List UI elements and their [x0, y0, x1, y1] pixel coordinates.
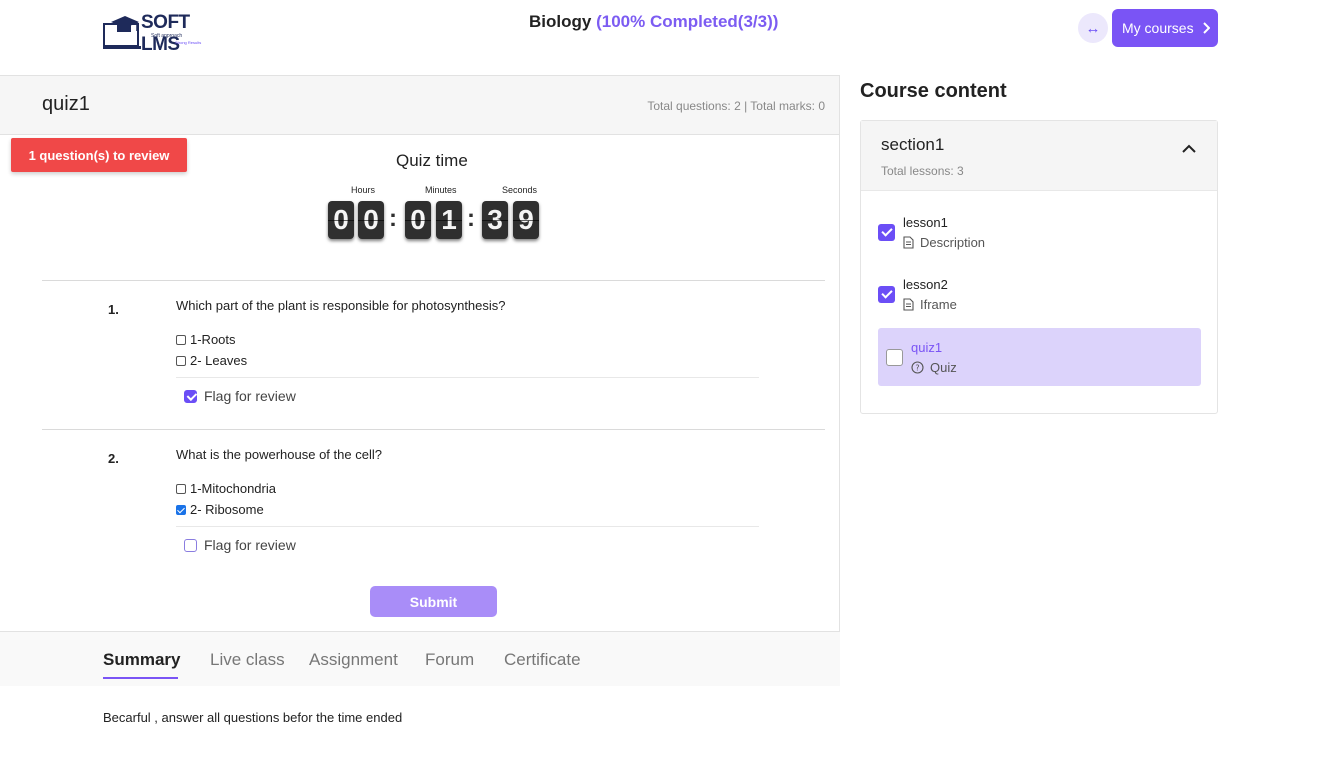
timer-digit: 3 — [482, 201, 508, 239]
quiz-time-title: Quiz time — [396, 151, 468, 170]
tab-forum[interactable]: Forum — [425, 650, 474, 670]
timer-digit: 0 — [328, 201, 354, 239]
course-progress: (100% Completed(3/3)) — [596, 12, 779, 31]
section-name: section1 — [881, 135, 945, 154]
tab-certificate[interactable]: Certificate — [504, 650, 581, 670]
option-checkbox[interactable] — [176, 483, 186, 494]
course-content-title: Course content — [860, 80, 1007, 102]
section-header[interactable]: section1 Total lessons: 3 — [861, 121, 1217, 191]
section-card: section1 Total lessons: 3 lesson1 Descri… — [860, 120, 1218, 414]
lesson-type: ? Quiz — [911, 360, 957, 375]
option-label: 1-Mitochondria — [190, 481, 276, 496]
arrows-horizontal-icon: ↔ — [1085, 19, 1101, 37]
quiz-name: quiz1 — [42, 93, 90, 115]
option-label: 1-Roots — [190, 332, 236, 347]
document-icon — [903, 236, 914, 249]
lesson-checkbox[interactable] — [878, 286, 895, 303]
lesson-type-label: Quiz — [930, 360, 957, 375]
flag-checkbox[interactable] — [184, 389, 197, 403]
divider — [42, 280, 825, 281]
logo[interactable]: SOFT LMS Soft approach Strong Results — [103, 12, 215, 55]
summary-text: Becarful , answer all questions befor th… — [103, 710, 403, 725]
active-tab-indicator — [103, 677, 178, 679]
flag-label: Flag for review — [204, 388, 296, 404]
quiz-panel: quiz1 Total questions: 2 | Total marks: … — [0, 75, 840, 632]
option-checkbox[interactable] — [176, 504, 186, 515]
course-title: Biology (100% Completed(3/3)) — [529, 12, 778, 32]
option-checkbox[interactable] — [176, 355, 186, 366]
lesson-type-label: Iframe — [920, 297, 957, 312]
lesson-item-active[interactable]: quiz1 ? Quiz — [878, 328, 1201, 386]
chevron-right-icon — [1202, 22, 1210, 34]
question-number: 1. — [108, 302, 119, 317]
question-text: What is the powerhouse of the cell? — [176, 447, 382, 462]
lesson-name: lesson1 — [903, 215, 948, 230]
timer-minutes-label: Minutes — [425, 185, 457, 195]
timer-seconds-label: Seconds — [502, 185, 538, 195]
document-icon — [903, 298, 914, 311]
lesson-item[interactable]: lesson2 Iframe — [878, 260, 1201, 318]
option-label: 2- Leaves — [190, 353, 248, 368]
lesson-checkbox[interactable] — [878, 224, 895, 241]
timer-digit: 1 — [436, 201, 462, 239]
lesson-type: Description — [903, 235, 985, 250]
option-checkbox[interactable] — [176, 334, 186, 345]
review-badge[interactable]: 1 question(s) to review — [11, 138, 187, 172]
lesson-name: lesson2 — [903, 277, 948, 292]
option-label: 2- Ribosome — [190, 502, 264, 517]
graduation-cap-icon — [103, 16, 141, 49]
lesson-type: Iframe — [903, 297, 957, 312]
my-courses-button[interactable]: My courses — [1112, 9, 1218, 47]
timer-digit: 0 — [358, 201, 384, 239]
answer-option[interactable]: 2- Leaves — [176, 353, 247, 368]
divider — [42, 429, 825, 430]
chevron-up-icon[interactable] — [1181, 141, 1197, 157]
tab-live-class[interactable]: Live class — [210, 650, 285, 670]
lesson-item[interactable]: lesson1 Description — [878, 198, 1201, 256]
question-icon: ? — [911, 361, 924, 374]
lesson-type-label: Description — [920, 235, 986, 250]
submit-button[interactable]: Submit — [370, 586, 497, 617]
answer-option[interactable]: 1-Roots — [176, 332, 236, 347]
flag-checkbox[interactable] — [184, 538, 197, 552]
flag-for-review[interactable]: Flag for review — [184, 388, 296, 404]
answer-option[interactable]: 1-Mitochondria — [176, 481, 276, 496]
course-name: Biology — [529, 12, 592, 31]
toggle-layout-button[interactable]: ↔ — [1078, 13, 1108, 43]
logo-tagline-1: Soft approach — [151, 33, 183, 39]
quiz-meta: Total questions: 2 | Total marks: 0 — [647, 99, 825, 113]
timer-digit: 0 — [405, 201, 431, 239]
question-number: 2. — [108, 451, 119, 466]
tab-summary[interactable]: Summary — [103, 650, 180, 670]
logo-tagline-2: Strong Results — [175, 40, 202, 45]
svg-text:?: ? — [915, 364, 919, 373]
quiz-header: quiz1 Total questions: 2 | Total marks: … — [0, 76, 839, 135]
answer-option[interactable]: 2- Ribosome — [176, 502, 264, 517]
tab-bar: Summary Live class Assignment Forum Cert… — [0, 632, 840, 686]
question-text: Which part of the plant is responsible f… — [176, 298, 506, 313]
tab-assignment[interactable]: Assignment — [309, 650, 398, 670]
my-courses-label: My courses — [1122, 20, 1194, 36]
divider — [176, 526, 759, 527]
timer-colon: : — [467, 205, 475, 232]
divider — [176, 377, 759, 378]
section-lesson-count: Total lessons: 3 — [881, 164, 964, 178]
lesson-checkbox[interactable] — [886, 349, 903, 366]
lesson-name: quiz1 — [911, 340, 943, 355]
timer-digit: 9 — [513, 201, 539, 239]
timer-colon: : — [389, 205, 397, 232]
flag-for-review[interactable]: Flag for review — [184, 537, 296, 553]
timer-hours-label: Hours — [351, 185, 376, 195]
flag-label: Flag for review — [204, 537, 296, 553]
